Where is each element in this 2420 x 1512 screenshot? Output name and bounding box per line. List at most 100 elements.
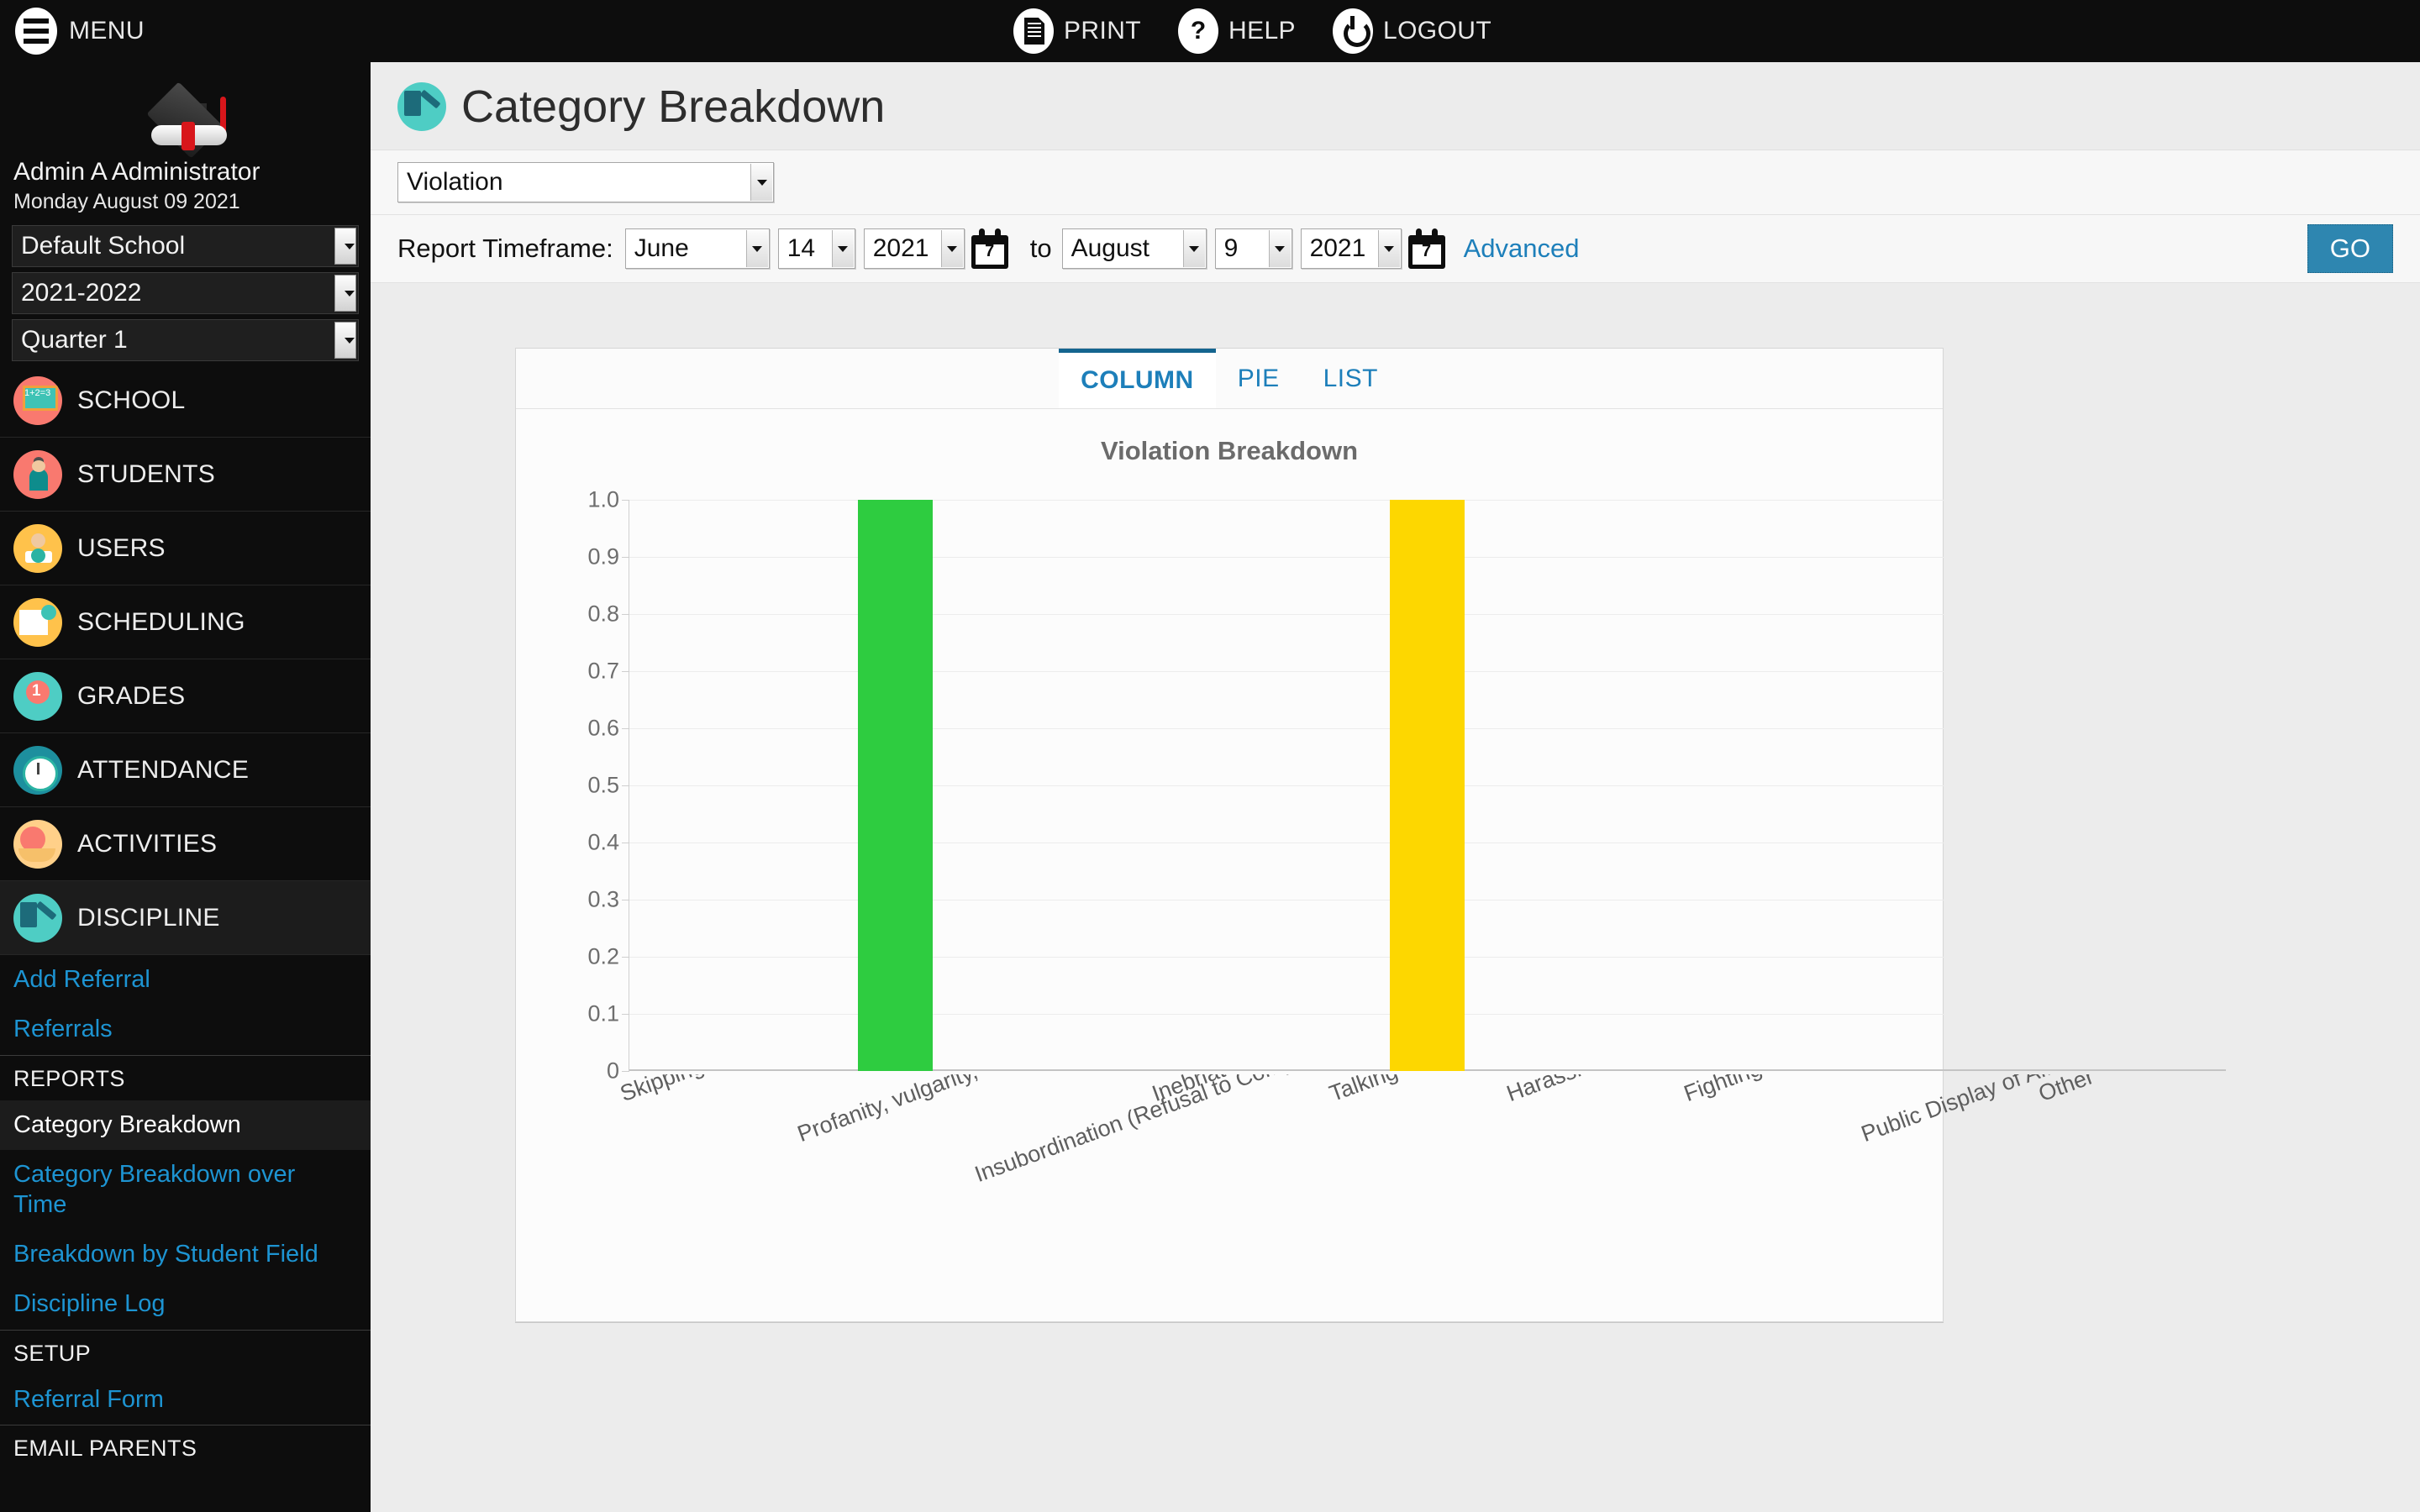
school-select[interactable]: Default School (12, 225, 359, 267)
sidebar-item-grades[interactable]: GRADES (0, 659, 371, 733)
chart-view-tabs: COLUMN PIE LIST (516, 349, 1943, 409)
y-axis-tick-label: 0.3 (587, 886, 619, 912)
end-month-value: August (1071, 234, 1150, 262)
sidebar-item-attendance[interactable]: ATTENDANCE (0, 733, 371, 807)
y-axis-tick-label: 0.5 (587, 772, 619, 798)
y-axis-tick-mark (622, 614, 629, 615)
sidebar-item-students[interactable]: STUDENTS (0, 438, 371, 512)
end-month-select[interactable]: August (1061, 228, 1207, 269)
sidebar-item-label: GRADES (77, 681, 186, 710)
chart-card: COLUMN PIE LIST Violation Breakdown 0 0.1… (515, 348, 2226, 1322)
chevron-down-icon (831, 230, 854, 267)
y-axis-tick-label: 0.2 (587, 943, 619, 969)
go-button[interactable]: GO (2307, 224, 2393, 273)
basketball-icon (13, 819, 62, 869)
tab-pie[interactable]: PIE (1216, 349, 1302, 408)
help-label: HELP (1228, 17, 1296, 45)
user-laptop-icon (13, 523, 62, 573)
power-icon (1332, 8, 1373, 54)
sidebar-section-reports: REPORTS (0, 1054, 371, 1100)
start-year-select[interactable]: 2021 (863, 228, 965, 269)
y-axis-tick-label: 0.9 (587, 543, 619, 570)
logout-label: LOGOUT (1382, 17, 1492, 45)
hamburger-icon (15, 8, 57, 55)
start-month-select[interactable]: June (624, 228, 770, 269)
sidebar-item-discipline[interactable]: DISCIPLINE (0, 881, 371, 955)
category-select-row: Violation (371, 150, 2420, 215)
sidebar-item-scheduling[interactable]: SCHEDULING (0, 585, 371, 659)
print-label: PRINT (1064, 17, 1141, 45)
sidebar-item-label: SCHEDULING (77, 607, 245, 636)
y-axis-tick-mark (622, 728, 629, 729)
y-axis-tick-mark (622, 1071, 629, 1072)
end-year-select[interactable]: 2021 (1300, 228, 1402, 269)
x-axis-tick-label: Harassment (1503, 1074, 1627, 1107)
chevron-down-icon (334, 275, 356, 312)
sidebar-link-category-breakdown[interactable]: Category Breakdown (0, 1100, 371, 1151)
sidebar-item-users[interactable]: USERS (0, 512, 371, 585)
advanced-link[interactable]: Advanced (1464, 234, 1580, 264)
question-mark-icon: ? (1178, 8, 1218, 54)
start-date-calendar-icon[interactable]: 7 (971, 228, 1008, 269)
sidebar-item-label: SCHOOL (77, 386, 186, 414)
calendar-clock-icon (13, 597, 62, 647)
end-day-select[interactable]: 9 (1214, 228, 1292, 269)
calendar-day-glyph: 7 (1422, 242, 1432, 260)
y-axis-tick-label: 0.7 (587, 658, 619, 684)
sidebar-item-school[interactable]: SCHOOL (0, 364, 371, 438)
chevron-down-icon (1268, 230, 1291, 267)
bar-1[interactable] (858, 500, 933, 1071)
chart-plot: 00.10.20.30.40.50.60.70.80.91.0 Skipping… (516, 439, 2277, 1321)
quarter-select-row: Quarter 1 (0, 317, 371, 364)
sidebar-section-email-parents: EMAIL PARENTS (0, 1425, 371, 1470)
sidebar-item-activities[interactable]: ACTIVITIES (0, 807, 371, 881)
x-axis-labels: Skipping ClassProfanity, vulgarity, offe… (516, 1074, 2277, 1318)
sidebar-link-referrals[interactable]: Referrals (0, 1005, 371, 1054)
sidebar-link-breakdown-by-student-field[interactable]: Breakdown by Student Field (0, 1230, 371, 1279)
chevron-down-icon (1377, 230, 1400, 267)
bar-4[interactable] (1390, 500, 1465, 1071)
gavel-book-icon (13, 893, 62, 942)
sidebar-link-category-breakdown-over-time[interactable]: Category Breakdown over Time (0, 1150, 336, 1230)
chevron-down-icon (750, 164, 772, 201)
award-ribbon-icon (13, 671, 62, 721)
to-label: to (1029, 234, 1052, 263)
y-axis-tick-label: 0.8 (587, 601, 619, 627)
user-name: Admin A Administrator (13, 158, 260, 186)
x-axis-tick-label: Skipping Class (617, 1074, 766, 1107)
timeframe-label: Report Timeframe: (397, 234, 613, 263)
school-select-value: Default School (21, 232, 186, 260)
filter-panel: Violation Report Timeframe: June 14 2021 (371, 150, 2420, 283)
x-axis-tick-label: Fighting (1680, 1074, 1765, 1107)
timeframe-row: Report Timeframe: June 14 2021 7 to Augu… (371, 215, 2420, 283)
help-button[interactable]: ? HELP (1178, 8, 1296, 54)
y-axis-tick-label: 0.4 (587, 829, 619, 855)
start-day-select[interactable]: 14 (777, 228, 855, 269)
sidebar-section-setup: SETUP (0, 1329, 371, 1375)
logout-button[interactable]: LOGOUT (1332, 8, 1492, 54)
school-year-select[interactable]: 2021-2022 (12, 272, 359, 314)
y-axis-tick-label: 1.0 (587, 486, 619, 512)
sidebar-link-add-referral[interactable]: Add Referral (0, 955, 371, 1005)
category-select-value: Violation (407, 168, 503, 196)
alarm-clock-icon (13, 745, 62, 795)
y-axis-tick-mark (622, 671, 629, 672)
sidebar-link-discipline-log[interactable]: Discipline Log (0, 1279, 371, 1329)
end-date-calendar-icon[interactable]: 7 (1407, 228, 1445, 269)
sidebar: Admin A Administrator Monday August 09 2… (0, 62, 371, 1512)
y-axis-tick-mark (622, 557, 629, 558)
y-axis-tick-label: 0.6 (587, 715, 619, 741)
calendar-day-glyph: 7 (985, 242, 995, 260)
marking-period-select[interactable]: Quarter 1 (12, 319, 359, 361)
y-axis-tick-mark (622, 785, 629, 786)
sidebar-item-label: DISCIPLINE (77, 903, 220, 932)
x-axis-tick-label: Other (2034, 1074, 2097, 1107)
menu-button[interactable]: MENU (15, 8, 145, 55)
sidebar-link-referral-form[interactable]: Referral Form (0, 1375, 371, 1425)
category-select[interactable]: Violation (397, 162, 774, 202)
marking-period-value: Quarter 1 (21, 326, 128, 354)
tab-list[interactable]: LIST (1302, 349, 1400, 408)
tab-column[interactable]: COLUMN (1059, 349, 1216, 408)
print-button[interactable]: PRINT (1013, 8, 1141, 54)
school-select-row: Default School (0, 223, 371, 270)
